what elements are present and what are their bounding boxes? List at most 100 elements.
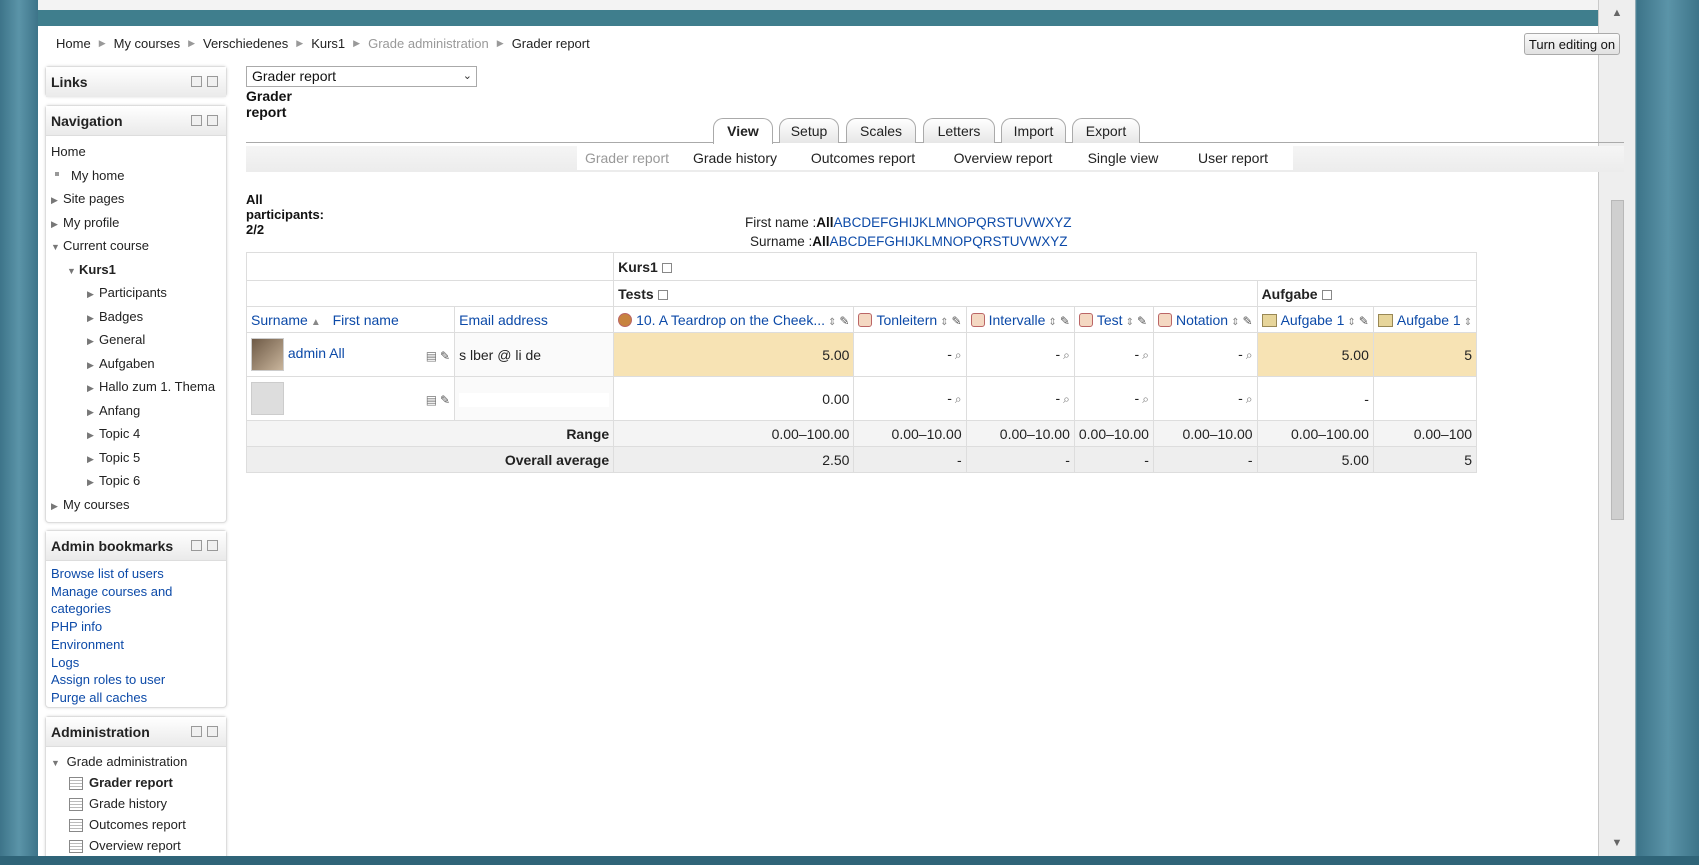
letter-filter-link[interactable]: B [843, 215, 852, 230]
breadcrumb-course[interactable]: Kurs1 [311, 36, 345, 51]
search-icon[interactable]: ⌕ [1063, 348, 1070, 362]
grade-cell[interactable]: 0.00 [613, 376, 855, 421]
edit-icon[interactable]: ✎ [1359, 314, 1369, 328]
nav-section-aufgaben[interactable]: ▶ Aufgaben [51, 352, 221, 376]
search-icon[interactable]: ⌕ [955, 348, 962, 362]
bookmark-browse-users[interactable]: Browse list of users [51, 565, 221, 583]
breadcrumb-category[interactable]: Verschiedenes [203, 36, 288, 51]
breadcrumb-grader-report[interactable]: Grader report [512, 36, 590, 51]
letter-filter-link[interactable]: W [1032, 215, 1045, 230]
letter-filter-link[interactable]: C [848, 234, 858, 249]
edit-icon[interactable]: ✎ [839, 314, 849, 328]
surname-filter-all[interactable]: All [812, 234, 829, 249]
letter-filter-link[interactable]: U [1010, 234, 1020, 249]
letter-filter-link[interactable]: E [867, 234, 876, 249]
grade-cell[interactable]: - ⌕ [965, 376, 1075, 421]
letter-filter-link[interactable]: R [983, 234, 993, 249]
nav-section-topic5[interactable]: ▶ Topic 5 [51, 446, 221, 470]
grade-cell[interactable]: - ⌕ [1073, 332, 1154, 377]
letter-filter-link[interactable]: Y [1054, 215, 1063, 230]
avatar[interactable] [251, 382, 284, 415]
letter-filter-link[interactable]: R [987, 215, 997, 230]
letter-filter-link[interactable]: T [1005, 215, 1013, 230]
letter-filter-link[interactable]: L [928, 215, 936, 230]
sort-icon[interactable]: ⇕ [1464, 317, 1472, 328]
admin-overview-report[interactable]: Overview report [51, 835, 221, 856]
sort-icon[interactable]: ⇕ [1347, 317, 1355, 328]
letter-filter-link[interactable]: K [915, 234, 924, 249]
user-name-link[interactable]: admin All [288, 345, 345, 361]
letter-filter-link[interactable]: W [1028, 234, 1041, 249]
bookmark-environment[interactable]: Environment [51, 636, 221, 654]
letter-filter-link[interactable]: H [895, 234, 905, 249]
toggle-category-icon[interactable] [661, 262, 672, 273]
letter-filter-link[interactable]: X [1041, 234, 1050, 249]
grade-cell[interactable]: - ⌕ [853, 376, 967, 421]
nav-section-topic6[interactable]: ▶ Topic 6 [51, 469, 221, 493]
nav-section-hallo[interactable]: ▶ Hallo zum 1. Thema [51, 375, 221, 399]
admin-outcomes-report[interactable]: Outcomes report [51, 814, 221, 835]
letter-filter-link[interactable]: E [871, 215, 880, 230]
scroll-down-icon[interactable]: ▼ [1607, 834, 1627, 852]
dock-icon[interactable] [207, 726, 218, 737]
nav-section-participants[interactable]: ▶ Participants [51, 281, 221, 305]
sort-icon[interactable]: ⇕ [1048, 317, 1056, 328]
dock-icon[interactable] [207, 115, 218, 126]
letter-filter-link[interactable]: M [936, 215, 947, 230]
nav-current-course[interactable]: ▼ Current course [51, 234, 221, 258]
letter-filter-link[interactable]: Z [1063, 215, 1071, 230]
nav-section-badges[interactable]: ▶ Badges [51, 305, 221, 329]
tab-letters[interactable]: Letters [923, 118, 995, 143]
sort-icon[interactable]: ⇕ [940, 317, 948, 328]
toggle-category-icon[interactable] [1321, 289, 1332, 300]
toggle-category-icon[interactable] [657, 289, 668, 300]
letter-filter-link[interactable]: D [861, 215, 871, 230]
tab-scales[interactable]: Scales [846, 118, 916, 143]
letter-filter-link[interactable]: P [963, 234, 972, 249]
letter-filter-link[interactable]: X [1045, 215, 1054, 230]
sort-email-link[interactable]: Email address [459, 312, 548, 328]
grade-cell[interactable]: - ⌕ [1152, 376, 1258, 421]
grade-cell[interactable]: 5.00 [1256, 332, 1374, 377]
turn-editing-on-button[interactable]: Turn editing on [1524, 33, 1620, 55]
breadcrumb-home[interactable]: Home [56, 36, 91, 51]
letter-filter-link[interactable]: Z [1059, 234, 1067, 249]
nav-course-kurs1[interactable]: ▼ Kurs1 [51, 258, 221, 282]
nav-home[interactable]: Home [51, 140, 221, 164]
bookmark-logs[interactable]: Logs [51, 654, 221, 672]
letter-filter-link[interactable]: B [839, 234, 848, 249]
letter-filter-link[interactable]: O [957, 215, 968, 230]
bookmark-php-info[interactable]: PHP info [51, 618, 221, 636]
nav-my-courses[interactable]: ▶ My courses [51, 493, 221, 517]
scrollbar-thumb[interactable] [1611, 200, 1624, 520]
grade-cell[interactable]: - ⌕ [853, 332, 967, 377]
dock-icon[interactable] [207, 76, 218, 87]
grade-cell[interactable]: 5 [1372, 332, 1478, 377]
search-icon[interactable]: ⌕ [955, 392, 962, 406]
grade-cell[interactable]: - ⌕ [965, 332, 1075, 377]
sort-firstname-link[interactable]: First name [333, 312, 399, 328]
letter-filter-link[interactable]: T [1001, 234, 1009, 249]
letter-filter-link[interactable]: O [953, 234, 964, 249]
grade-cell[interactable]: - ⌕ [1152, 332, 1258, 377]
tab-setup[interactable]: Setup [779, 118, 839, 143]
letter-filter-link[interactable]: H [899, 215, 909, 230]
expand-icon[interactable] [191, 76, 202, 87]
letter-filter-link[interactable]: K [919, 215, 928, 230]
letter-filter-link[interactable]: A [834, 215, 843, 230]
avatar[interactable] [251, 338, 284, 371]
bookmark-assign-roles[interactable]: Assign roles to user [51, 671, 221, 689]
subtab-outcomes-report[interactable]: Outcomes report [793, 146, 933, 170]
edit-icon[interactable]: ✎ [952, 314, 962, 328]
admin-grade-administration[interactable]: ▼ Grade administration [51, 751, 221, 772]
tab-export[interactable]: Export [1072, 118, 1140, 143]
edit-icon[interactable]: ✎ [1137, 314, 1147, 328]
letter-filter-link[interactable]: G [884, 234, 895, 249]
subtab-overview-report[interactable]: Overview report [933, 146, 1073, 170]
grade-cell[interactable]: - ⌕ [1073, 376, 1154, 421]
bookmark-manage-courses[interactable]: Manage courses and [51, 583, 221, 601]
nav-my-home[interactable]: My home [51, 164, 221, 188]
letter-filter-link[interactable]: D [857, 234, 867, 249]
grade-cell[interactable]: 5.00 [613, 332, 855, 377]
report-icon[interactable]: ▤ [426, 393, 437, 407]
